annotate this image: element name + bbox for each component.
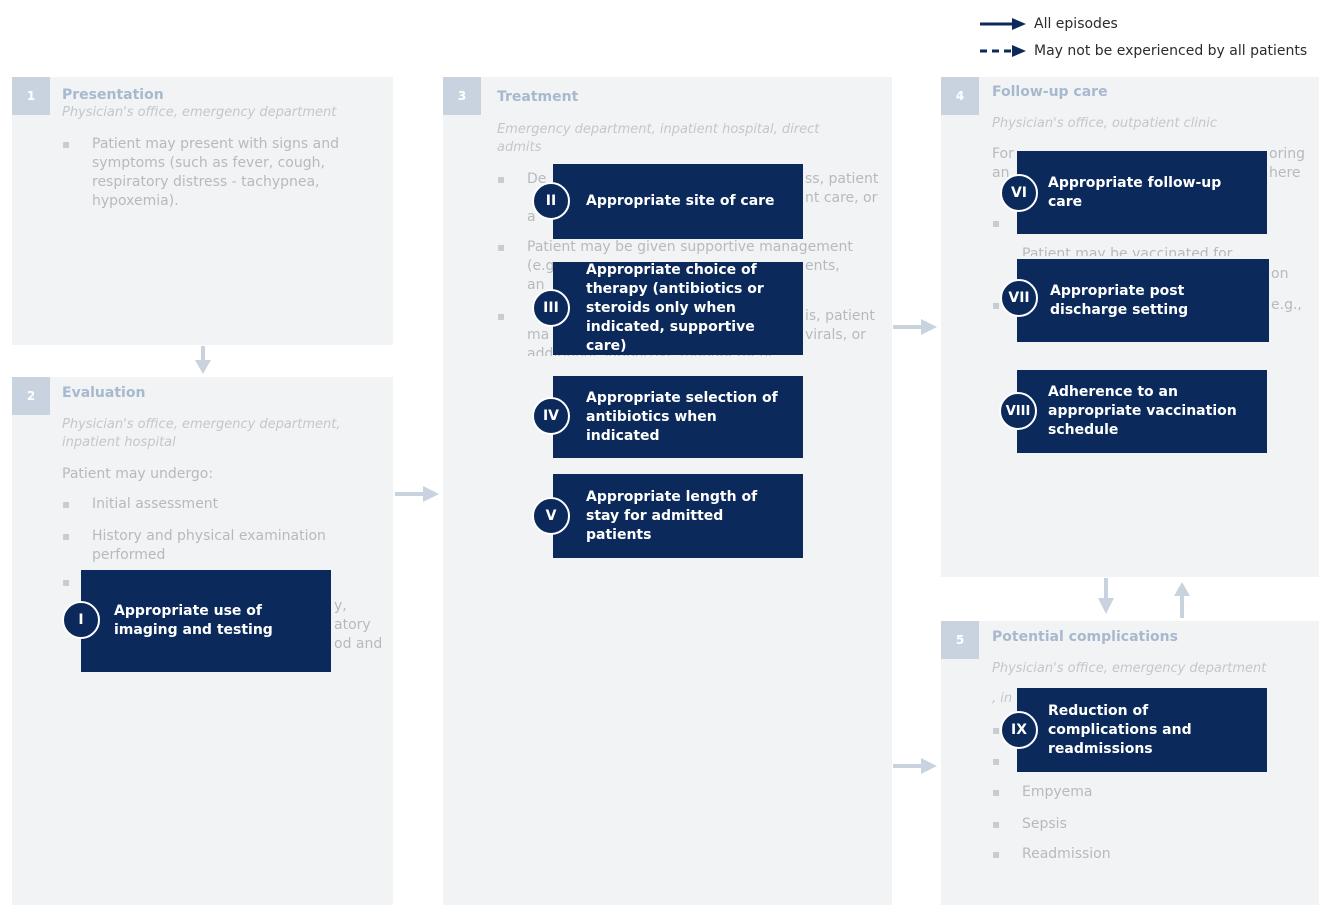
panel-intro: Patient may undergo: bbox=[62, 466, 214, 482]
panel-title: Follow-up care bbox=[992, 84, 1108, 100]
panel-text-fragment: virals, or bbox=[805, 327, 866, 343]
panel-text-fragment: od and bbox=[334, 636, 383, 652]
step-number: 1 bbox=[12, 77, 50, 115]
measure-badge-vi: VI bbox=[1000, 174, 1038, 212]
panel-text-fragment: atory bbox=[334, 617, 371, 633]
measure-badge-i: I bbox=[62, 601, 100, 639]
panel-text-fragment: is, patient bbox=[805, 308, 875, 324]
flow-arrow-right bbox=[893, 319, 937, 335]
panel-bullet: History and physical examination perform… bbox=[62, 527, 362, 565]
panel-bullet: Readmission bbox=[992, 845, 1110, 864]
panel-bullet: Patient may present with signs and sympt… bbox=[62, 135, 367, 211]
measure-label: Appropriate length of stay for admitted … bbox=[586, 488, 758, 543]
panel-text-fragment: (e.g bbox=[527, 258, 555, 274]
step-number: 5 bbox=[941, 621, 979, 659]
panel-bullet: Patient may be vaccinated for bbox=[1022, 245, 1262, 256]
panel-text-fragment: ma bbox=[527, 327, 550, 343]
panel-text-fragment: e.g., bbox=[1271, 297, 1302, 313]
legend-solid-label: All episodes bbox=[1034, 15, 1118, 32]
panel-subtitle-fragment: , in bbox=[992, 691, 1013, 706]
step-number: 2 bbox=[12, 377, 50, 415]
measure-label: Appropriate choice of therapy (antibioti… bbox=[586, 262, 764, 354]
measure-badge-vii: VII bbox=[1000, 279, 1038, 317]
measure-label: Appropriate site of care bbox=[586, 193, 775, 209]
legend-dashed-label: May not be experienced by all patients bbox=[1034, 42, 1308, 59]
measure-label: Appropriate follow-up care bbox=[1048, 174, 1222, 210]
measure-label: Appropriate post discharge setting bbox=[1050, 282, 1189, 318]
panel-subtitle: Physician's office, emergency department bbox=[62, 105, 337, 120]
measure-label: Reduction of complications and readmissi… bbox=[1048, 702, 1192, 757]
panel-bullet: Empyema bbox=[992, 783, 1092, 802]
measure-box-ix: Reduction of complications and readmissi… bbox=[1017, 688, 1267, 772]
measure-box-i: Appropriate use of imaging and testing bbox=[81, 570, 331, 672]
dashed-arrow-icon bbox=[980, 44, 1026, 57]
panel-text-fragment: y, bbox=[334, 598, 347, 614]
solid-arrow-icon bbox=[980, 17, 1026, 30]
panel-subtitle: Emergency department, inpatient hospital… bbox=[497, 122, 820, 155]
panel-text-fragment: nt care, or bbox=[805, 190, 878, 206]
legend-dashed: May not be experienced by all patients bbox=[980, 37, 1307, 64]
measure-box-vi: Appropriate follow-up care bbox=[1017, 151, 1267, 234]
measure-box-viii: Adherence to an appropriate vaccination … bbox=[1017, 370, 1267, 453]
panel-text-fragment: oring bbox=[1269, 146, 1305, 162]
measure-box-iv: Appropriate selection of antibiotics whe… bbox=[553, 376, 803, 458]
panel-text-fragment: here bbox=[1269, 165, 1301, 181]
measure-box-vii: Appropriate post discharge setting bbox=[1017, 259, 1269, 342]
panel-title: Evaluation bbox=[62, 385, 146, 401]
panel-text-fragment: ents, bbox=[805, 258, 840, 274]
panel-subtitle: Physician's office, emergency department… bbox=[62, 417, 341, 450]
measure-badge-v: V bbox=[532, 497, 570, 535]
measure-box-ii: Appropriate site of care bbox=[553, 164, 803, 239]
measure-label: Appropriate use of imaging and testing bbox=[114, 603, 273, 638]
flow-arrow-right bbox=[893, 758, 937, 774]
measure-badge-ix: IX bbox=[1000, 711, 1038, 749]
measure-badge-ii: II bbox=[532, 182, 570, 220]
flow-arrow-right bbox=[395, 486, 439, 502]
step-number: 4 bbox=[941, 77, 979, 115]
measure-box-v: Appropriate length of stay for admitted … bbox=[553, 474, 803, 558]
panel-subtitle: Physician's office, outpatient clinic bbox=[992, 116, 1218, 131]
panel-title: Presentation bbox=[62, 87, 164, 103]
panel-bullet: Sepsis bbox=[992, 815, 1067, 834]
panel-text-fragment: ss, patient bbox=[805, 171, 879, 187]
measure-label: Adherence to an appropriate vaccination … bbox=[1048, 384, 1237, 438]
legend-solid: All episodes bbox=[980, 10, 1307, 37]
measure-box-iii: Appropriate choice of therapy (antibioti… bbox=[553, 262, 803, 355]
panel-text-fragment: on bbox=[1271, 266, 1289, 282]
panel-bullet: Initial assessment bbox=[62, 495, 218, 514]
measure-badge-viii: VIII bbox=[999, 392, 1037, 430]
panel-bullet: Patient may be given supportive manageme… bbox=[497, 238, 887, 257]
flow-arrow-up bbox=[1174, 582, 1190, 618]
panel-title: Treatment bbox=[497, 89, 579, 105]
flow-arrow-down bbox=[1098, 578, 1114, 614]
measure-badge-iv: IV bbox=[532, 397, 570, 435]
legend: All episodes May not be experienced by a… bbox=[980, 10, 1307, 64]
panel-presentation: 1 Presentation Physician's office, emerg… bbox=[12, 77, 393, 345]
panel-subtitle: Physician's office, emergency department bbox=[992, 661, 1267, 676]
panel-title: Potential complications bbox=[992, 629, 1178, 645]
flow-arrow-down bbox=[195, 346, 211, 374]
measure-label: Appropriate selection of antibiotics whe… bbox=[586, 389, 778, 444]
panel-text-fragment: For bbox=[992, 146, 1014, 162]
step-number: 3 bbox=[443, 77, 481, 115]
measure-badge-iii: III bbox=[532, 289, 570, 327]
